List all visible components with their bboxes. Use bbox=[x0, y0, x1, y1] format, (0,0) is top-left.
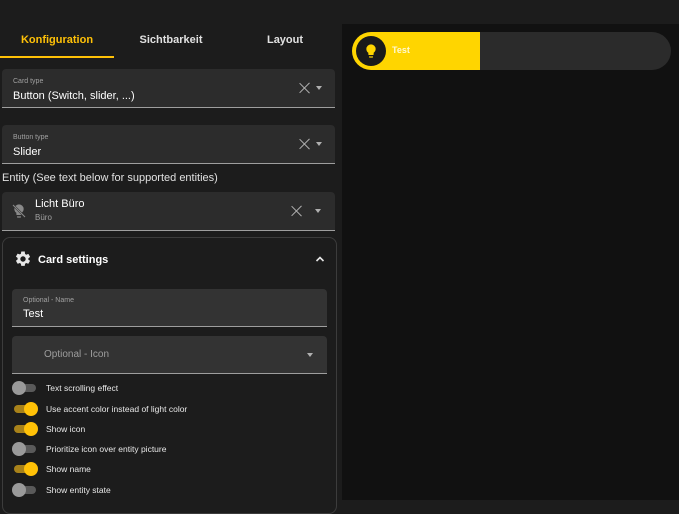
button-type-label: Button type bbox=[13, 134, 49, 141]
toggle-row-show-state[interactable]: Show entity state bbox=[12, 483, 111, 497]
accent-color-toggle[interactable] bbox=[12, 402, 38, 416]
dropdown-arrow-icon[interactable] bbox=[316, 142, 322, 146]
name-field[interactable]: Optional - Name Test bbox=[12, 289, 327, 327]
name-field-label: Optional - Name bbox=[23, 297, 74, 304]
card-settings-title: Card settings bbox=[38, 254, 109, 266]
button-type-select[interactable]: Button type Slider bbox=[2, 125, 335, 164]
toggle-row-scrolling[interactable]: Text scrolling effect bbox=[12, 381, 118, 395]
entity-area: Büro bbox=[35, 213, 52, 222]
gear-icon bbox=[15, 251, 31, 266]
scrolling-toggle[interactable] bbox=[12, 381, 38, 395]
toggle-label: Show entity state bbox=[46, 485, 111, 495]
toggle-row-show-name[interactable]: Show name bbox=[12, 462, 91, 476]
icon-field-placeholder: Optional - Icon bbox=[44, 349, 110, 360]
toggle-label: Use accent color instead of light color bbox=[46, 404, 188, 414]
clear-icon[interactable] bbox=[299, 82, 311, 94]
clear-icon[interactable] bbox=[299, 138, 311, 150]
preview-slider-button[interactable]: Test bbox=[352, 32, 671, 70]
name-field-value: Test bbox=[23, 308, 44, 320]
card-type-value: Button (Switch, slider, ...) bbox=[13, 90, 135, 102]
toggle-label: Prioritize icon over entity picture bbox=[46, 444, 167, 454]
toggle-label: Show icon bbox=[46, 424, 86, 434]
preview-name: Test bbox=[392, 45, 410, 55]
entity-picker[interactable]: Licht Büro Büro bbox=[2, 192, 335, 231]
toggle-row-accent[interactable]: Use accent color instead of light color bbox=[12, 402, 187, 416]
prioritize-icon-toggle[interactable] bbox=[12, 442, 38, 456]
lightbulb-icon bbox=[366, 44, 376, 58]
preview-icon-circle[interactable] bbox=[356, 36, 386, 66]
show-state-toggle[interactable] bbox=[12, 483, 38, 497]
toggle-label: Text scrolling effect bbox=[46, 383, 119, 393]
lightbulb-off-icon bbox=[12, 204, 26, 218]
tab-layout[interactable]: Layout bbox=[228, 22, 342, 58]
show-icon-toggle[interactable] bbox=[12, 422, 38, 436]
toggle-row-prioritize[interactable]: Prioritize icon over entity picture bbox=[12, 442, 166, 456]
clear-icon[interactable] bbox=[291, 205, 303, 217]
dropdown-arrow-icon[interactable] bbox=[307, 353, 313, 357]
editor-panel: Konfiguration Sichtbarkeit Layout Card t… bbox=[0, 0, 342, 514]
toggle-row-show-icon[interactable]: Show icon bbox=[12, 422, 85, 436]
tab-konfiguration[interactable]: Konfiguration bbox=[0, 22, 114, 58]
card-type-select[interactable]: Card type Button (Switch, slider, ...) bbox=[2, 69, 335, 108]
show-name-toggle[interactable] bbox=[12, 462, 38, 476]
icon-field[interactable]: Optional - Icon bbox=[12, 336, 327, 374]
entity-name: Licht Büro bbox=[35, 198, 85, 210]
dropdown-arrow-icon[interactable] bbox=[315, 209, 321, 213]
card-type-label: Card type bbox=[13, 78, 44, 85]
preview-panel bbox=[342, 24, 679, 500]
tab-bar: Konfiguration Sichtbarkeit Layout bbox=[0, 22, 342, 58]
entity-section-title: Entity (See text below for supported ent… bbox=[2, 172, 218, 184]
toggle-label: Show name bbox=[46, 464, 91, 474]
button-type-value: Slider bbox=[13, 146, 42, 158]
chevron-up-icon[interactable] bbox=[315, 254, 325, 264]
dropdown-arrow-icon[interactable] bbox=[316, 86, 322, 90]
tab-sichtbarkeit[interactable]: Sichtbarkeit bbox=[114, 22, 228, 58]
card-settings-panel: Card settings Optional - Name Test Optio… bbox=[2, 237, 337, 514]
